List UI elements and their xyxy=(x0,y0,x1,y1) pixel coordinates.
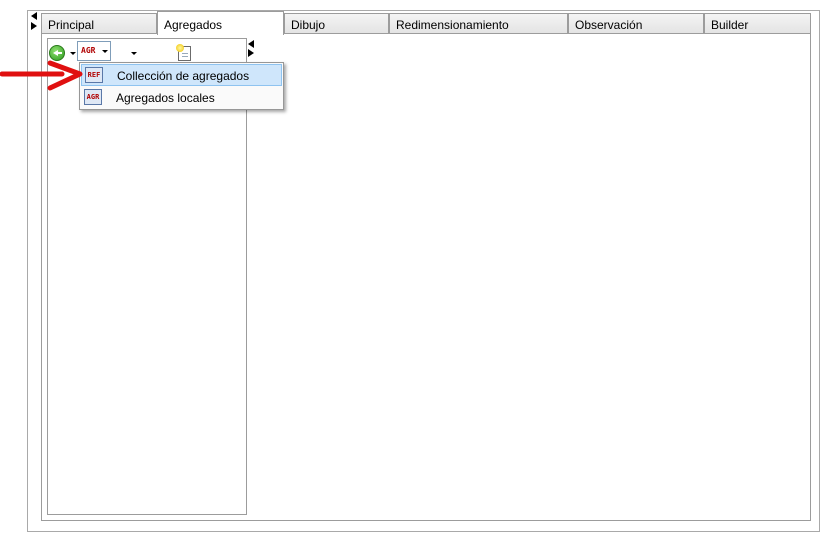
tab-dibujo[interactable]: Dibujo xyxy=(284,13,389,34)
tab-label: Principal xyxy=(48,18,95,32)
agr-icon: AGR xyxy=(81,46,96,55)
tab-label: Builder xyxy=(711,18,749,32)
tab-label: Dibujo xyxy=(291,18,326,32)
menu-item-label: Collección de agregados xyxy=(117,69,250,83)
tab-label: Agregados xyxy=(164,18,223,32)
tab-scroll-buttons[interactable] xyxy=(31,12,39,30)
tab-builder[interactable]: Builder xyxy=(704,13,811,34)
tab-principal[interactable]: Principal xyxy=(41,13,157,34)
new-document-icon xyxy=(176,44,191,61)
tab-redimensionamiento[interactable]: Redimensionamiento xyxy=(389,13,568,34)
tab-agregados[interactable]: Agregados xyxy=(157,11,284,35)
collapse-left-icon[interactable] xyxy=(248,40,254,48)
tab-label: Redimensionamiento xyxy=(396,18,509,32)
menu-item-agregados-locales[interactable]: AGR Agregados locales xyxy=(81,87,282,109)
pane-splitter-buttons[interactable] xyxy=(248,40,256,58)
chevron-down-icon[interactable] xyxy=(131,52,137,55)
scroll-right-icon[interactable] xyxy=(31,22,37,30)
new-document-button[interactable] xyxy=(112,43,191,61)
menu-item-label: Agregados locales xyxy=(116,91,215,105)
tab-observacion[interactable]: Observación xyxy=(568,13,704,34)
tab-label: Observación xyxy=(575,18,643,32)
expand-right-icon[interactable] xyxy=(248,49,254,57)
scroll-left-icon[interactable] xyxy=(31,12,37,20)
red-arrow-annotation-icon xyxy=(0,60,83,91)
chevron-down-icon[interactable] xyxy=(70,52,76,55)
chevron-down-icon[interactable] xyxy=(102,50,108,53)
menu-item-coleccion-agregados[interactable]: REF Collección de agregados xyxy=(81,64,282,86)
aggregate-dropdown-menu: REF Collección de agregados AGR Agregado… xyxy=(79,62,284,110)
